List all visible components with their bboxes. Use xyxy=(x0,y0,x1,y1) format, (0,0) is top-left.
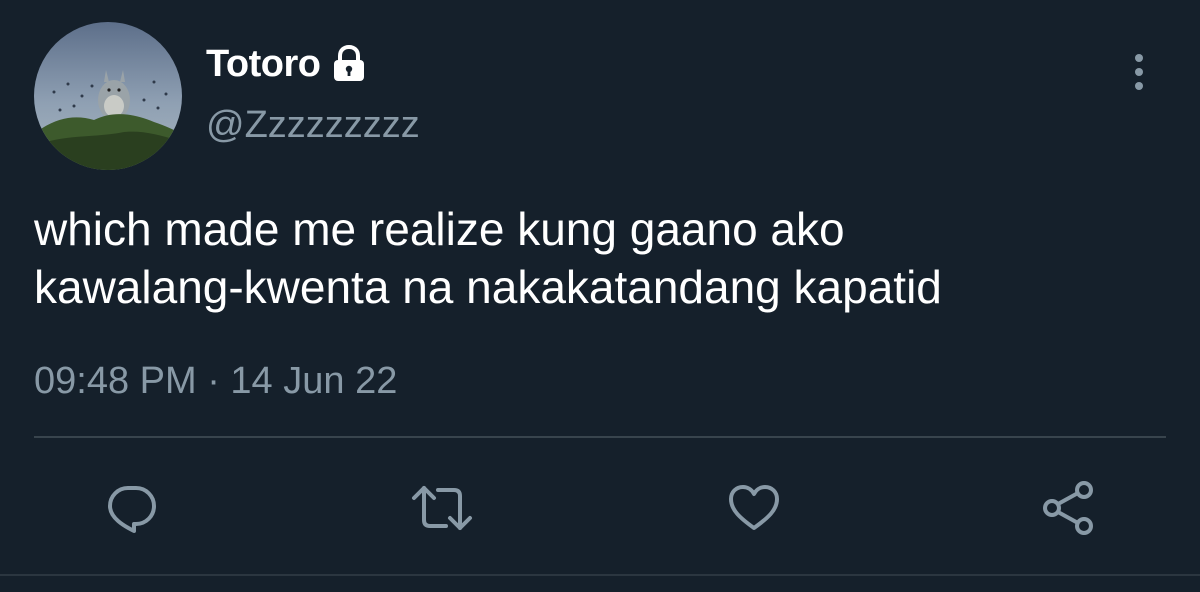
tweet-card: Totoro @Zzzzzzzzz which made me realize … xyxy=(0,0,1200,592)
reply-icon xyxy=(108,486,156,533)
divider xyxy=(34,436,1166,438)
like-button[interactable] xyxy=(726,480,782,536)
retweet-button[interactable] xyxy=(410,480,472,536)
avatar[interactable] xyxy=(34,22,182,170)
heart-icon xyxy=(729,485,779,530)
tweet-text-line: kawalang-kwenta na nakakatandang kapatid xyxy=(34,261,942,313)
lock-icon xyxy=(328,43,370,85)
more-vertical-icon[interactable] xyxy=(1122,50,1156,94)
display-name[interactable]: Totoro xyxy=(206,43,321,86)
tweet-text-line: which made me realize kung gaano ako xyxy=(34,203,845,255)
user-handle[interactable]: @Zzzzzzzzz xyxy=(206,104,420,147)
tweet-text: which made me realize kung gaano ako kaw… xyxy=(34,200,1154,316)
bottom-divider xyxy=(0,574,1200,576)
retweet-icon xyxy=(412,486,472,530)
reply-button[interactable] xyxy=(104,480,160,536)
share-button[interactable] xyxy=(1040,480,1096,536)
name-row: Totoro xyxy=(206,40,370,88)
totoro-avatar-image xyxy=(34,22,182,170)
share-icon xyxy=(1043,481,1093,535)
tweet-timestamp[interactable]: 09:48 PM · 14 Jun 22 xyxy=(34,360,397,403)
